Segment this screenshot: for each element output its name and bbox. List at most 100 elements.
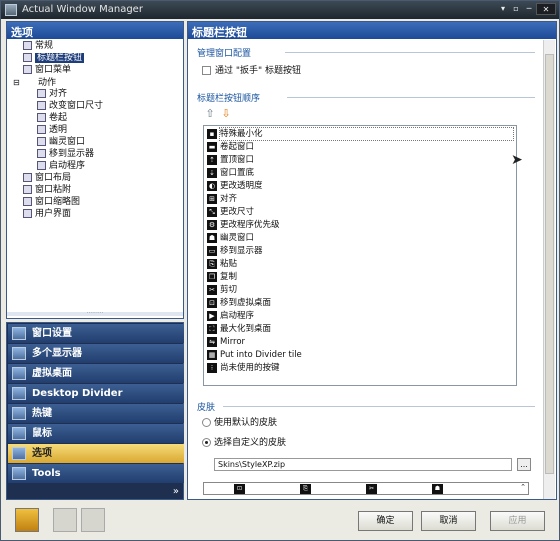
checkbox-box[interactable]	[202, 66, 211, 75]
tree-item[interactable]: 用户界面	[23, 209, 71, 220]
preview-paste-icon: ⎘	[300, 484, 311, 494]
list-item[interactable]: ⊡ 移到虚拟桌面	[207, 297, 271, 309]
tree-item-label: 标题栏按钮	[35, 53, 85, 63]
splitter-grip[interactable]: ·········	[7, 311, 183, 317]
nav-multi-monitor[interactable]: 多个显示器	[8, 344, 184, 363]
list-item[interactable]: ▭ 移到显示器	[207, 245, 263, 257]
tree-item[interactable]: 窗口缩略图	[23, 197, 80, 208]
nav-desktop-divider[interactable]: Desktop Divider	[8, 384, 184, 403]
browse-button[interactable]: ...	[517, 458, 531, 471]
tree-item[interactable]: 常规	[23, 41, 53, 52]
list-item[interactable]: ⚙ 更改程序优先级	[207, 219, 280, 231]
cancel-button[interactable]: 取消	[421, 511, 476, 531]
tree-item[interactable]: 幽灵窗口	[37, 137, 85, 148]
window-title: Actual Window Manager	[22, 4, 143, 15]
list-item[interactable]: ⁝ 尚未使用的按键	[207, 362, 280, 374]
rollup-icon[interactable]: ▫	[510, 3, 522, 15]
more-chevron-icon[interactable]: »	[173, 486, 179, 497]
collapse-icon[interactable]: ⊟	[13, 77, 22, 88]
skin-path-input[interactable]: Skins\StyleXP.zip	[214, 458, 512, 471]
tree-node-icon	[37, 137, 46, 146]
close-icon[interactable]: ✕	[536, 3, 556, 15]
list-item-label: Mirror	[220, 337, 246, 347]
tree-item[interactable]: 改变窗口尺寸	[37, 101, 103, 112]
tree-node-icon	[23, 185, 32, 194]
options-tree-panel: 选项 常规 标题栏按钮 窗口菜单 ⊟ 动作 对齐 改变窗口尺寸 卷起 透明 幽灵窗…	[6, 21, 184, 319]
list-item[interactable]: ⇋ Mirror	[207, 336, 245, 348]
list-item[interactable]: ⤡ 更改尺寸	[207, 206, 254, 218]
redo-icon[interactable]	[81, 508, 105, 532]
nav-tools[interactable]: Tools	[8, 464, 184, 483]
list-item[interactable]: ⛶ 最大化到桌面	[207, 323, 271, 335]
tree-node-icon	[37, 101, 46, 110]
tree-node-icon	[23, 173, 32, 182]
nav-virtual-desktop[interactable]: 虚拟桌面	[8, 364, 184, 383]
list-item-label: 置顶窗口	[220, 155, 255, 165]
vertical-scrollbar[interactable]	[543, 40, 555, 499]
nav-label: Tools	[32, 468, 61, 479]
list-item[interactable]: ❐ 复制	[207, 271, 237, 283]
help-icon[interactable]	[15, 508, 39, 532]
list-item[interactable]: ✂ 剪切	[207, 284, 237, 296]
list-item-label: 复制	[220, 272, 238, 282]
list-item[interactable]: ▬ 卷起窗口	[207, 141, 254, 153]
order-buttons: ⇧ ⇩	[204, 108, 236, 120]
tree-item[interactable]: 启动程序	[37, 161, 85, 172]
list-item[interactable]: ☗ 幽灵窗口	[207, 232, 254, 244]
window-settings-icon	[12, 327, 26, 340]
ok-button[interactable]: 确定	[358, 511, 413, 531]
custom-skin-option[interactable]: 选择自定义的皮肤	[202, 435, 286, 448]
menu-icon[interactable]: ▾	[497, 3, 509, 15]
list-item[interactable]: ▶ 启动程序	[207, 310, 254, 322]
list-item-label: 特殊最小化	[219, 127, 514, 141]
nav-hotkeys[interactable]: 热键	[8, 404, 184, 423]
list-item[interactable]: ⇡ 置顶窗口	[207, 154, 254, 166]
list-item[interactable]: ▪ 特殊最小化	[207, 127, 514, 141]
send-to-bottom-icon: ⇣	[207, 167, 217, 178]
preview-spin-icon[interactable]: ⌃	[520, 483, 526, 491]
tree-item[interactable]: ⊟ 动作	[13, 77, 56, 88]
radio-button-selected[interactable]	[202, 438, 211, 447]
list-item-label: Put into Divider tile	[220, 350, 302, 360]
nav-options[interactable]: 选项	[8, 444, 184, 463]
radio-button[interactable]	[202, 418, 211, 427]
tree-item[interactable]: 透明	[37, 125, 67, 136]
minimize-icon[interactable]: ─	[523, 3, 535, 15]
tree-node-icon	[37, 89, 46, 98]
default-skin-option[interactable]: 使用默认的皮肤	[202, 415, 277, 428]
list-item[interactable]: ▦ Put into Divider tile	[207, 349, 302, 361]
tree-item[interactable]: 窗口菜单	[23, 65, 71, 76]
mirror-icon: ⇋	[207, 336, 217, 347]
button-order-list[interactable]: ▪ 特殊最小化 ▬ 卷起窗口 ⇡ 置顶窗口 ⇣ 窗口置底 ◐ 更改透明度 ⊞ 对齐 ⤡ 更改尺…	[203, 125, 523, 386]
list-item[interactable]: ⇣ 窗口置底	[207, 167, 254, 179]
move-up-icon[interactable]: ⇧	[204, 108, 216, 120]
maximize-icon: ⛶	[207, 323, 217, 334]
undo-icon[interactable]	[53, 508, 77, 532]
tree-item[interactable]: 对齐	[37, 89, 67, 100]
apply-button[interactable]: 应用	[490, 511, 545, 531]
wrench-checkbox[interactable]: 通过 "扳手" 标题按钮	[202, 63, 301, 76]
category-nav: 窗口设置 多个显示器 虚拟桌面 Desktop Divider 热键 鼠标 选项…	[6, 322, 184, 500]
tree-item[interactable]: 卷起	[37, 113, 67, 124]
options-tree-header: 选项	[7, 22, 183, 39]
list-item[interactable]: ◐ 更改透明度	[207, 180, 263, 192]
tree-item-selected[interactable]: 标题栏按钮	[23, 53, 85, 64]
checkbox-label: 通过 "扳手" 标题按钮	[215, 66, 302, 76]
scrollbar-thumb[interactable]	[545, 54, 554, 474]
tree-item[interactable]: 移到显示器	[37, 149, 94, 160]
list-item[interactable]: ⊞ 对齐	[207, 193, 237, 205]
nav-label: 热键	[32, 408, 52, 419]
preview-cut-icon: ✂	[366, 484, 377, 494]
tree-item-label: 窗口菜单	[35, 65, 72, 75]
list-item[interactable]: ⎘ 粘贴	[207, 258, 237, 270]
preview-desktop-icon: ⊡	[234, 484, 245, 494]
nav-label: Desktop Divider	[32, 388, 123, 399]
virtual-desktop-icon: ⊡	[207, 297, 217, 308]
tree-item-label: 用户界面	[35, 209, 72, 219]
move-down-icon[interactable]: ⇩	[220, 108, 232, 120]
tree-item[interactable]: 窗口布局	[23, 173, 71, 184]
nav-window-settings[interactable]: 窗口设置	[8, 324, 184, 343]
nav-mouse[interactable]: 鼠标	[8, 424, 184, 443]
list-item-label: 对齐	[220, 194, 238, 204]
tree-item[interactable]: 窗口粘附	[23, 185, 71, 196]
